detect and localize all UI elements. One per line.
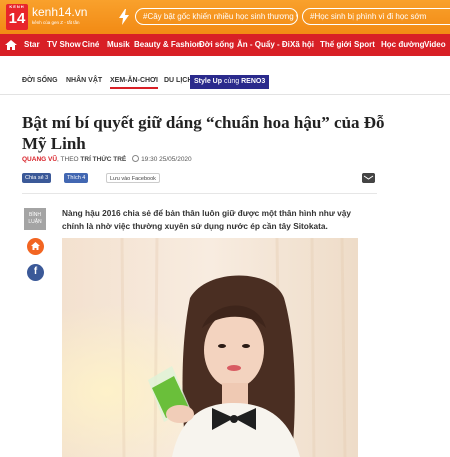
home-icon (31, 242, 40, 250)
comment-button[interactable]: BÌNH LUẬN (24, 208, 46, 230)
nav-cine[interactable]: Ciné (82, 34, 99, 56)
home-share-button[interactable] (27, 238, 44, 255)
nav-sport[interactable]: Sport (354, 34, 375, 56)
nav-xa-hoi[interactable]: Xã hội (290, 34, 314, 56)
article-meta: QUANG VŨ, THEO TRÍ THỨC TRẺ 19:30 25/05/… (22, 155, 192, 163)
subnav-du-lich[interactable]: DU LỊCH (164, 77, 192, 84)
source-name[interactable]: TRÍ THỨC TRẺ (80, 156, 126, 163)
facebook-like-button[interactable]: Thích 4 (64, 173, 89, 183)
nav-an-quay-di[interactable]: Ăn - Quẩy - Đi (237, 34, 290, 56)
article-title: Bật mí bí quyết giữ dáng “chuẩn hoa hậu”… (22, 113, 385, 153)
save-facebook-button[interactable]: Lưu vào Facebook (106, 173, 160, 183)
subnav-nhan-vat[interactable]: NHÂN VẬT (66, 77, 102, 84)
top-header: KENH 14 kenh14.vn kênh của gen Z - tất t… (0, 0, 450, 34)
author-name[interactable]: QUANG VŨ (22, 156, 57, 163)
nav-the-gioi[interactable]: Thế giới (320, 34, 351, 56)
clock-icon (132, 155, 140, 162)
facebook-side-button[interactable]: f (27, 264, 44, 281)
facebook-share-button[interactable]: Chia sẻ 3 (22, 173, 52, 183)
lightning-icon (119, 9, 129, 25)
nav-musik[interactable]: Musik (107, 34, 130, 56)
publish-time: 19:30 25/05/2020 (141, 156, 192, 163)
brand-tagline: kênh của gen Z - tất tần (32, 20, 80, 25)
hot-topic-1[interactable]: #Cây bật gốc khiến nhiều học sinh thương… (135, 8, 298, 25)
email-icon[interactable] (362, 173, 375, 183)
category-subnav: ĐỜI SỐNG NHÂN VẬT XEM-ĂN-CHƠI DU LỊCH St… (0, 73, 450, 95)
article-photo (62, 238, 358, 457)
hot-topic-2[interactable]: #Học sinh bị phình vì đi học sớm (302, 8, 450, 25)
brand-name[interactable]: kenh14.vn (32, 5, 87, 19)
home-icon[interactable] (4, 38, 18, 52)
nav-tv-show[interactable]: TV Show (47, 34, 81, 56)
nav-video[interactable]: Video (424, 34, 446, 56)
article-lead: Nàng hậu 2016 chia sẻ để bản thân luôn g… (62, 208, 352, 231)
facebook-icon: f (33, 266, 38, 277)
nav-beauty-fashion[interactable]: Beauty & Fashion (134, 34, 202, 56)
subnav-xem-an-choi[interactable]: XEM-ĂN-CHƠI (110, 77, 158, 89)
divider (22, 193, 377, 194)
main-nav: Star TV Show Ciné Musik Beauty & Fashion… (0, 34, 450, 56)
nav-hoc-duong[interactable]: Học đường (381, 34, 424, 56)
kenh14-logo[interactable]: KENH 14 (6, 4, 28, 30)
nav-doi-song[interactable]: Đời sống (199, 34, 234, 56)
style-up-promo[interactable]: Style Up cùng RENO3 (190, 75, 270, 89)
nav-star[interactable]: Star (24, 34, 40, 56)
subnav-doi-song[interactable]: ĐỜI SỐNG (22, 77, 58, 84)
